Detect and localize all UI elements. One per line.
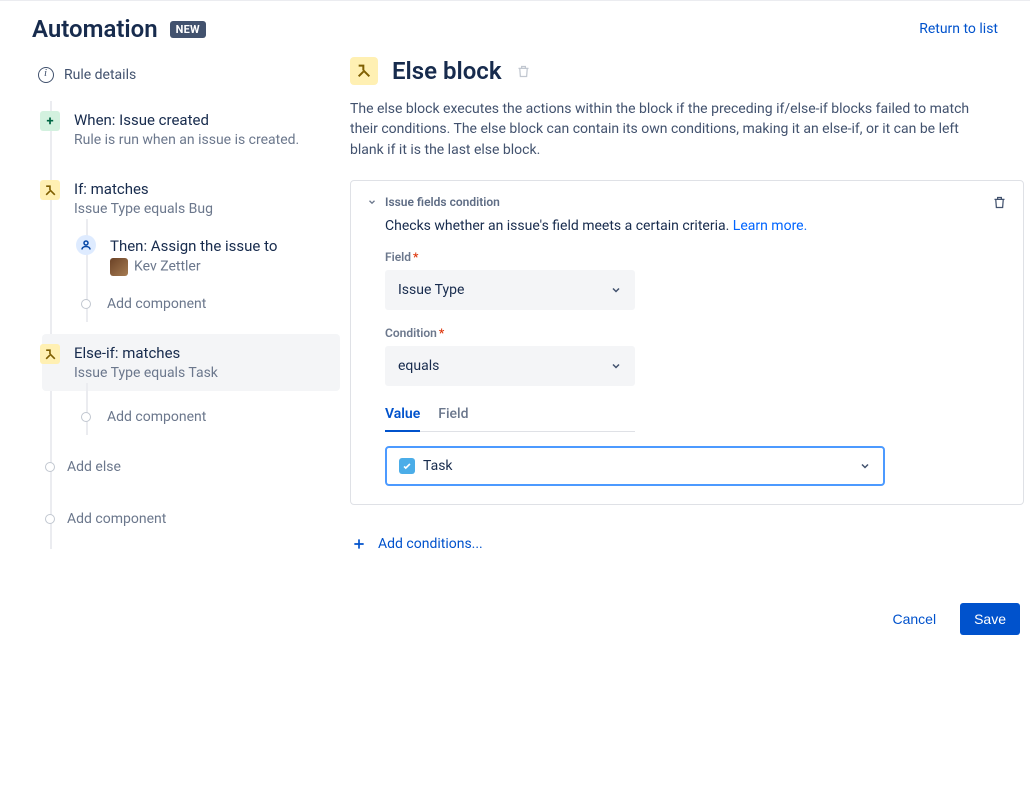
- delete-block-icon[interactable]: [516, 64, 531, 79]
- page-header: Automation NEW Return to list: [0, 1, 1030, 43]
- card-text-span: Checks whether an issue's field meets a …: [385, 218, 733, 234]
- add-component-if[interactable]: Add component: [78, 286, 340, 322]
- panel-title: Else block: [392, 57, 502, 85]
- chevron-down-icon: [610, 284, 622, 296]
- dot-icon: [45, 514, 55, 524]
- field-select-value: Issue Type: [398, 282, 464, 298]
- add-component-label: Add component: [107, 409, 206, 425]
- save-button[interactable]: Save: [960, 603, 1020, 635]
- config-panel: Else block The else block executes the a…: [340, 43, 1030, 655]
- new-badge: NEW: [170, 21, 206, 38]
- panel-description: The else block executes the actions with…: [350, 99, 990, 160]
- add-component-label: Add component: [107, 296, 206, 312]
- cancel-button[interactable]: Cancel: [886, 603, 942, 635]
- field-select[interactable]: Issue Type: [385, 270, 635, 310]
- assign-icon: [76, 235, 96, 255]
- info-icon: [38, 67, 54, 83]
- if-title: If: matches: [74, 180, 328, 198]
- value-field-tabs: Value Field: [385, 406, 635, 432]
- condition-label-text: Condition: [385, 326, 437, 340]
- required-mark: *: [439, 326, 444, 340]
- then-title: Then: Assign the issue to: [110, 237, 340, 255]
- card-title: Issue fields condition: [385, 195, 500, 209]
- add-component-label: Add component: [67, 511, 166, 527]
- learn-more-link[interactable]: Learn more.: [733, 218, 808, 234]
- rule-details-label: Rule details: [64, 67, 136, 83]
- return-to-list-link[interactable]: Return to list: [919, 21, 998, 37]
- field-label: Field*: [385, 250, 1007, 264]
- condition-card: Issue fields condition Checks whether an…: [350, 180, 1024, 505]
- plus-icon: +: [40, 111, 60, 131]
- value-select[interactable]: Task: [385, 446, 885, 486]
- when-title: When: Issue created: [74, 111, 328, 129]
- form-buttons: Cancel Save: [350, 603, 1024, 635]
- assignee-name: Kev Zettler: [134, 259, 201, 275]
- branch-icon: [40, 180, 60, 200]
- avatar: [110, 258, 128, 276]
- rule-tree-sidebar: Rule details + When: Issue created Rule …: [0, 43, 340, 655]
- add-else-label: Add else: [67, 459, 121, 475]
- page-title: Automation: [32, 15, 158, 43]
- chevron-down-icon: [610, 360, 622, 372]
- dot-icon: [45, 462, 55, 472]
- card-header: Issue fields condition: [367, 195, 1007, 210]
- when-sub: Rule is run when an issue is created.: [74, 132, 328, 148]
- if-sub: Issue Type equals Bug: [74, 201, 328, 217]
- header-left: Automation NEW: [32, 15, 206, 43]
- elseif-sub: Issue Type equals Task: [74, 365, 328, 381]
- dot-icon: [81, 299, 91, 309]
- tree-node-elseif[interactable]: Else-if: matches Issue Type equals Task …: [42, 334, 340, 435]
- card-description: Checks whether an issue's field meets a …: [385, 218, 1007, 234]
- value-selected-label: Task: [423, 458, 453, 474]
- elseif-title: Else-if: matches: [74, 344, 328, 362]
- chevron-down-icon: [859, 460, 871, 472]
- tab-value[interactable]: Value: [385, 406, 420, 432]
- tab-field[interactable]: Field: [438, 406, 468, 431]
- tree-line: [50, 101, 52, 549]
- add-component-root[interactable]: Add component: [42, 487, 340, 539]
- tree-node-when[interactable]: + When: Issue created Rule is run when a…: [42, 101, 340, 158]
- add-conditions-label: Add conditions...: [378, 536, 483, 552]
- branch-icon: [40, 344, 60, 364]
- chevron-down-icon[interactable]: [367, 197, 377, 207]
- condition-select[interactable]: equals: [385, 346, 635, 386]
- add-component-elseif[interactable]: Add component: [78, 391, 340, 435]
- delete-condition-icon[interactable]: [992, 195, 1007, 210]
- card-body: Checks whether an issue's field meets a …: [367, 218, 1007, 486]
- condition-label: Condition*: [385, 326, 1007, 340]
- field-label-text: Field: [385, 250, 411, 264]
- then-assignee: Kev Zettler: [110, 258, 340, 276]
- plus-icon: [350, 535, 368, 553]
- panel-header: Else block: [350, 57, 1024, 85]
- add-conditions-button[interactable]: Add conditions...: [350, 535, 1024, 553]
- branch-icon: [350, 57, 378, 85]
- required-mark: *: [413, 250, 418, 264]
- tree-node-if[interactable]: If: matches Issue Type equals Bug Then: …: [42, 170, 340, 322]
- add-else[interactable]: Add else: [42, 447, 340, 487]
- dot-icon: [81, 412, 91, 422]
- rule-details-link[interactable]: Rule details: [32, 59, 340, 101]
- rule-tree: + When: Issue created Rule is run when a…: [42, 101, 340, 549]
- condition-select-value: equals: [398, 358, 439, 374]
- tree-node-then[interactable]: Then: Assign the issue to Kev Zettler: [78, 227, 340, 286]
- task-type-icon: [399, 458, 415, 474]
